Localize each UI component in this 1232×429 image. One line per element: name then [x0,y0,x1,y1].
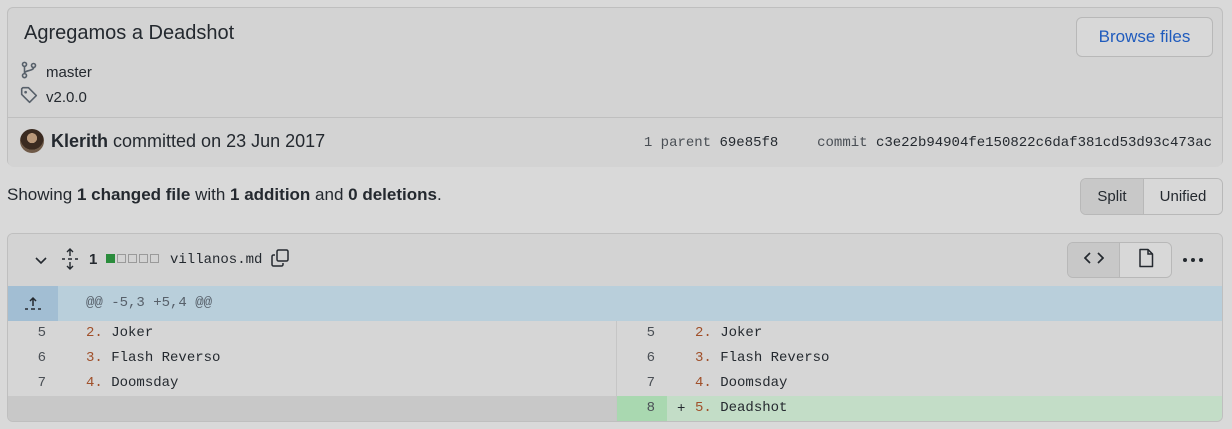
expand-all-icon[interactable] [60,248,80,275]
code-line: 3. Flash Reverso [695,350,830,366]
tag-icon [20,86,38,108]
split-view-button[interactable]: Split [1081,179,1144,214]
commit-header: Agregamos a Deadshot Browse files master… [7,7,1223,167]
diff-line: 5 2. Joker [617,321,1222,346]
changed-files-count[interactable]: 1 changed file [77,185,190,204]
parent-sha-link[interactable]: 69e85f8 [719,135,778,151]
diffstat-block [139,254,148,263]
summary-and: and [315,185,344,204]
diff-line: 6 3. Flash Reverso [617,346,1222,371]
summary-end: . [436,185,442,204]
line-number[interactable]: 8 [617,400,655,416]
additions-count: 1 addition [230,185,311,204]
unified-view-button[interactable]: Unified [1144,179,1222,214]
empty-line [8,396,616,421]
diff-line: 7 4. Doomsday [8,371,616,396]
code-icon [1083,250,1104,271]
commit-label: commit [817,135,868,151]
diffstat-block [128,254,137,263]
code-line: 2. Joker [695,325,763,341]
copy-icon[interactable] [270,248,290,273]
author-line: Klerith committed on 23 Jun 2017 [51,131,325,152]
diffstat [106,254,159,263]
hunk-header-text: @@ -5,3 +5,4 @@ [86,295,213,311]
git-branch-icon [20,61,38,83]
diffstat-block [117,254,126,263]
code-line: 4. Doomsday [695,375,788,391]
addition-sign: + [677,401,686,417]
line-number[interactable]: 7 [617,375,655,391]
diff-line: 7 4. Doomsday [617,371,1222,396]
hunk-header: @@ -5,3 +5,4 @@ [8,286,1222,321]
summary-prefix: Showing [7,185,73,204]
left-side: 5 2. Joker 6 3. Flash Reverso 7 4. Dooms… [8,321,616,421]
commit-date: committed on 23 Jun 2017 [113,131,326,151]
tag-ref[interactable]: v2.0.0 [20,86,87,108]
branch-name: master [46,63,92,81]
code-line: 3. Flash Reverso [86,350,221,366]
line-number[interactable]: 6 [617,350,655,366]
file-diff: 1 villanos.md @@ -5,3 +5,4 @@ 5 2. Joker… [7,233,1223,422]
line-number[interactable]: 5 [617,325,655,341]
file-header: 1 villanos.md [8,234,1222,287]
more-options-icon[interactable] [1182,250,1204,275]
parent-label: 1 parent [643,135,712,151]
browse-files-button[interactable]: Browse files [1076,17,1213,57]
right-side: 5 2. Joker 6 3. Flash Reverso 7 4. Dooms… [616,321,1222,421]
sha-info: 1 parent 69e85f8 commit c3e22b94904fe150… [644,135,1212,151]
file-name-link[interactable]: villanos.md [170,252,262,268]
change-count: 1 [89,251,98,268]
commit-meta: Klerith committed on 23 Jun 2017 1 paren… [8,117,1222,167]
chevron-down-icon[interactable] [33,252,49,273]
branch-ref[interactable]: master [20,61,92,83]
code-line: 2. Joker [86,325,154,341]
author-link[interactable]: Klerith [51,131,108,151]
diff-line: 6 3. Flash Reverso [8,346,616,371]
diffstat-block [150,254,159,263]
diff-line: 5 2. Joker [8,321,616,346]
code-line: 4. Doomsday [86,375,179,391]
file-view-toggle [1067,242,1172,278]
split-diff: 5 2. Joker 6 3. Flash Reverso 7 4. Dooms… [8,321,1222,421]
diff-summary: Showing 1 changed file with 1 addition a… [7,185,442,205]
line-number[interactable]: 6 [8,350,46,366]
deletions-count: 0 deletions [348,185,437,204]
diff-view-toggle: Split Unified [1080,178,1223,215]
code-line: 5. Deadshot [695,400,788,416]
commit-title: Agregamos a Deadshot [24,22,235,44]
line-number[interactable]: 5 [8,325,46,341]
file-icon [1138,248,1154,273]
avatar[interactable] [20,129,44,153]
rich-view-button[interactable] [1120,243,1171,277]
added-line: 8 + 5. Deadshot [617,396,1222,421]
commit-sha: c3e22b94904fe150822c6daf381cd53d93c473ac [875,135,1212,151]
code-view-button[interactable] [1068,243,1120,277]
tag-name: v2.0.0 [46,88,87,106]
summary-with: with [195,185,226,204]
diffstat-block [106,254,115,263]
expand-up-icon[interactable] [8,286,58,321]
line-number[interactable]: 7 [8,375,46,391]
